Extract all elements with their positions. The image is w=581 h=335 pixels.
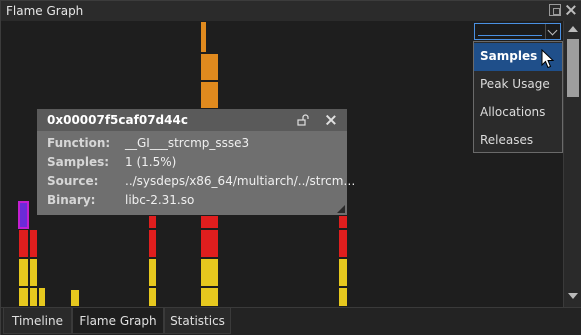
tooltip-value-binary: libc-2.31.so <box>125 193 195 207</box>
tab-flame-graph[interactable]: Flame Graph <box>72 308 164 334</box>
flame-frame[interactable] <box>200 287 219 307</box>
flame-frame[interactable] <box>338 229 348 258</box>
dropdown-option-peak-usage[interactable]: Peak Usage <box>474 71 562 99</box>
flame-frame[interactable] <box>338 287 348 307</box>
flame-frame[interactable] <box>200 53 219 81</box>
flame-frame[interactable] <box>18 287 29 307</box>
dropdown-option-allocations[interactable]: Allocations <box>474 99 562 127</box>
flame-frame[interactable] <box>200 258 219 287</box>
tooltip-address: 0x00007f5caf07d44c <box>47 113 188 127</box>
close-window-button[interactable] <box>565 4 577 16</box>
tab-statistics[interactable]: Statistics <box>164 308 231 334</box>
close-tooltip-icon[interactable] <box>325 114 337 126</box>
chevron-down-icon[interactable] <box>545 24 560 39</box>
tooltip-label-binary: Binary: <box>47 193 96 207</box>
frame-tooltip: 0x00007f5caf07d44c Function: __GI___strc… <box>37 109 355 215</box>
scroll-down-icon[interactable] <box>568 293 578 299</box>
cost-type-value[interactable] <box>478 27 542 36</box>
tooltip-value-source: ../sysdeps/x86_64/multiarch/../strcm… <box>125 174 356 188</box>
float-window-button[interactable] <box>549 4 561 16</box>
flame-frame[interactable] <box>338 258 348 287</box>
view-tab-bar: Timeline Flame Graph Statistics <box>1 307 581 335</box>
flame-frame[interactable] <box>29 258 38 287</box>
flame-frame[interactable] <box>38 287 46 307</box>
unlock-icon[interactable] <box>297 114 309 126</box>
title-bar: Flame Graph <box>1 1 581 21</box>
flame-frame[interactable] <box>148 215 157 229</box>
flame-frame[interactable] <box>148 229 157 258</box>
mouse-pointer-icon <box>541 49 555 69</box>
tooltip-value-samples: 1 (1.5%) <box>125 155 177 169</box>
flame-frame[interactable] <box>70 289 80 307</box>
selected-flame-frame[interactable] <box>18 201 29 229</box>
flame-frame[interactable] <box>18 258 29 287</box>
tooltip-label-samples: Samples: <box>47 155 110 169</box>
tooltip-value-function: __GI___strcmp_ssse3 <box>125 136 250 150</box>
flame-frame[interactable] <box>29 287 38 307</box>
flame-frame[interactable] <box>29 229 38 258</box>
vertical-scrollbar[interactable] <box>563 21 581 307</box>
scroll-up-icon[interactable] <box>568 26 578 32</box>
flame-frame[interactable] <box>200 81 219 109</box>
flame-graph-window: Flame Graph Samples Peak Usage Allocatio… <box>0 0 581 335</box>
tooltip-label-function: Function: <box>47 136 111 150</box>
flame-frame[interactable] <box>18 229 29 258</box>
tooltip-header: 0x00007f5caf07d44c <box>37 109 347 131</box>
tooltip-label-source: Source: <box>47 174 99 188</box>
flame-frame[interactable] <box>200 215 219 229</box>
flame-frame[interactable] <box>148 258 157 287</box>
tab-timeline[interactable]: Timeline <box>3 308 72 334</box>
flame-frame[interactable] <box>148 287 157 307</box>
flame-frame[interactable] <box>200 229 219 258</box>
flame-frame[interactable] <box>200 21 207 53</box>
resize-grip-icon[interactable] <box>337 205 345 213</box>
cost-type-combobox[interactable] <box>474 23 561 40</box>
window-title: Flame Graph <box>6 4 84 18</box>
scrollbar-thumb[interactable] <box>567 39 579 97</box>
dropdown-option-releases[interactable]: Releases <box>474 127 562 155</box>
flame-frame[interactable] <box>338 215 348 229</box>
